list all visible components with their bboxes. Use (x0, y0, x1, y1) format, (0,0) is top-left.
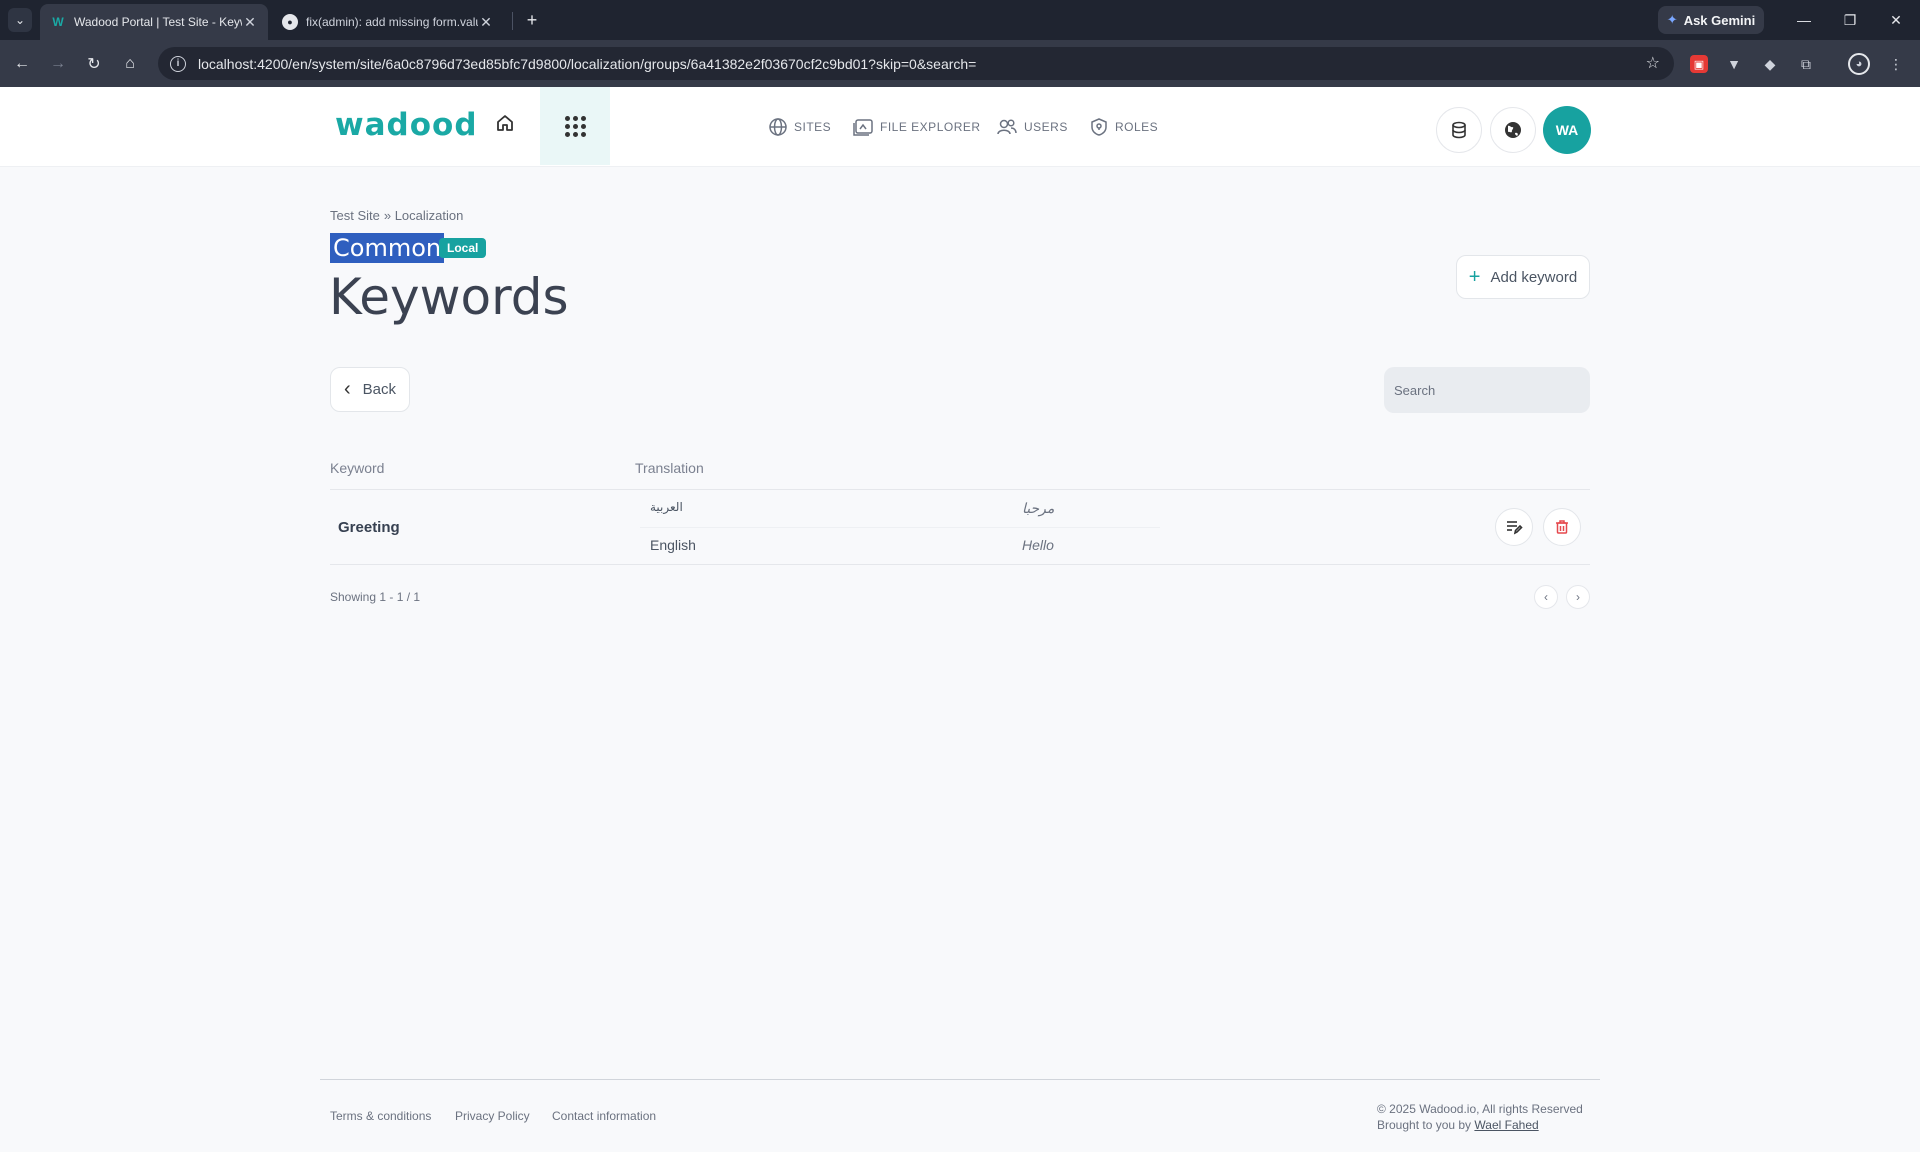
footer-divider (320, 1079, 1600, 1080)
apps-grid-button[interactable] (540, 87, 610, 165)
chevron-left-icon: ‹ (343, 378, 351, 400)
profile-icon[interactable]: ◕ (1848, 53, 1870, 75)
wadood-favicon-icon: W (52, 15, 64, 29)
nav-users-label: USERS (1024, 120, 1068, 134)
back-label: Back (362, 381, 397, 398)
shield-icon (1091, 118, 1107, 136)
local-badge: Local (439, 238, 487, 258)
nav-roles-label: ROLES (1115, 120, 1159, 134)
breadcrumb-localization-link[interactable]: » Localization (384, 208, 464, 223)
site-info-icon[interactable]: i (170, 55, 186, 72)
browser-tab[interactable]: ● fix(admin): add missing form.value ✕ (272, 4, 504, 40)
browser-toolbar: ← → ↻ ⌂ i localhost:4200/en/system/site/… (0, 40, 1920, 87)
copyright-text: © 2025 Wadood.io, All rights Reserved (1377, 1102, 1583, 1116)
language-button[interactable] (1490, 107, 1536, 153)
bookmark-star-icon[interactable]: ☆ (1646, 53, 1660, 73)
add-keyword-label: Add keyword (1490, 268, 1578, 286)
translation-value: Hello (1022, 537, 1054, 553)
breadcrumb-site-link[interactable]: Test Site (330, 208, 380, 223)
credit-line: Brought to you by Wael Fahed (1377, 1117, 1583, 1133)
tab-divider (512, 12, 513, 30)
prev-page-chevron-icon[interactable]: ‹ (1534, 585, 1558, 609)
tab-title: fix(admin): add missing form.value (306, 15, 478, 29)
folder-icon (853, 119, 873, 136)
extension-v-icon[interactable]: ▼ (1722, 52, 1746, 76)
url-text: localhost:4200/en/system/site/6a0c8796d7… (198, 55, 977, 72)
home-icon[interactable]: ⌂ (116, 50, 144, 78)
wadood-logo[interactable]: wadood (335, 107, 478, 143)
forward-arrow-icon[interactable]: → (44, 50, 72, 78)
close-tab-icon[interactable]: ✕ (242, 14, 258, 31)
terms-link[interactable]: Terms & conditions (330, 1109, 431, 1123)
group-title: Common (330, 233, 445, 263)
translation-language: العربية (650, 500, 683, 514)
close-window-icon[interactable]: ✕ (1874, 6, 1918, 34)
browser-tabbar: ⌄ W Wadood Portal | Test Site - Keywords… (0, 0, 1920, 40)
nav-users[interactable]: USERS (996, 117, 1068, 137)
column-header-translation: Translation (635, 460, 704, 476)
extension-red-icon[interactable]: ▣ (1690, 55, 1708, 73)
nav-sites-label: SITES (794, 120, 832, 134)
copyright: © 2025 Wadood.io, All rights Reserved Br… (1377, 1101, 1583, 1133)
privacy-link[interactable]: Privacy Policy (455, 1109, 530, 1123)
tab-list-chevron-icon[interactable]: ⌄ (8, 8, 32, 32)
database-icon (1452, 121, 1466, 139)
user-avatar[interactable]: WA (1543, 106, 1591, 154)
extensions-puzzle-icon[interactable]: ⧉ (1794, 52, 1818, 76)
plus-icon: + (1468, 265, 1481, 288)
column-header-keyword: Keyword (330, 460, 385, 476)
restore-icon[interactable]: ❐ (1828, 6, 1872, 34)
pagination-summary: Showing 1 - 1 / 1 (330, 590, 421, 604)
minimize-icon[interactable]: — (1782, 6, 1826, 34)
translation-language: English (650, 537, 696, 553)
nav-file-explorer[interactable]: FILE EXPLORER (852, 117, 981, 137)
edit-list-icon (1507, 521, 1523, 535)
add-keyword-button[interactable]: + Add keyword (1456, 255, 1590, 299)
row-divider (330, 564, 1590, 565)
author-link[interactable]: Wael Fahed (1474, 1118, 1538, 1132)
new-tab-button[interactable]: + (520, 8, 544, 32)
kebab-menu-icon[interactable]: ⋮ (1884, 52, 1908, 76)
browser-tab-active[interactable]: W Wadood Portal | Test Site - Keywords ✕ (40, 4, 268, 40)
close-tab-icon[interactable]: ✕ (478, 14, 494, 31)
github-favicon-icon: ● (282, 14, 298, 30)
credit-prefix: Brought to you by (1377, 1118, 1472, 1132)
search-input[interactable] (1384, 367, 1590, 413)
address-bar[interactable]: i localhost:4200/en/system/site/6a0c8796… (158, 47, 1674, 80)
gemini-spark-icon: ✦ (1666, 12, 1678, 27)
next-page-chevron-icon[interactable]: › (1566, 585, 1590, 609)
tab-title: Wadood Portal | Test Site - Keywords (74, 15, 242, 29)
translation-divider (640, 527, 1160, 528)
globe-icon (769, 118, 787, 136)
reload-icon[interactable]: ↻ (80, 50, 108, 78)
keyword-name: Greeting (338, 519, 400, 536)
ask-gemini-label: Ask Gemini (1683, 12, 1756, 28)
nav-sites[interactable]: SITES (768, 117, 831, 137)
home-button[interactable] (489, 107, 521, 139)
delete-keyword-button[interactable] (1543, 508, 1581, 546)
app-header: wadood SITES FILE EXPLORER USERS ROLES W… (0, 87, 1920, 167)
house-icon (497, 115, 513, 131)
earth-icon (1505, 122, 1521, 138)
back-arrow-icon[interactable]: ← (8, 50, 36, 78)
ask-gemini-button[interactable]: ✦ Ask Gemini (1658, 6, 1764, 34)
extension-tag-icon[interactable]: ◆ (1758, 52, 1782, 76)
translation-value: مرحبا (1022, 500, 1055, 516)
edit-keyword-button[interactable] (1495, 508, 1533, 546)
apps-grid-icon (564, 115, 586, 137)
trash-icon (1556, 520, 1568, 534)
nav-roles[interactable]: ROLES (1089, 117, 1158, 137)
page-title: Keywords (329, 268, 569, 326)
breadcrumb: Test Site » Localization (330, 208, 467, 223)
database-button[interactable] (1436, 107, 1482, 153)
nav-file-explorer-label: FILE EXPLORER (880, 120, 981, 134)
users-icon (997, 119, 1017, 135)
contact-link[interactable]: Contact information (552, 1109, 656, 1123)
header-divider (330, 489, 1590, 490)
back-button[interactable]: ‹ Back (330, 367, 410, 412)
